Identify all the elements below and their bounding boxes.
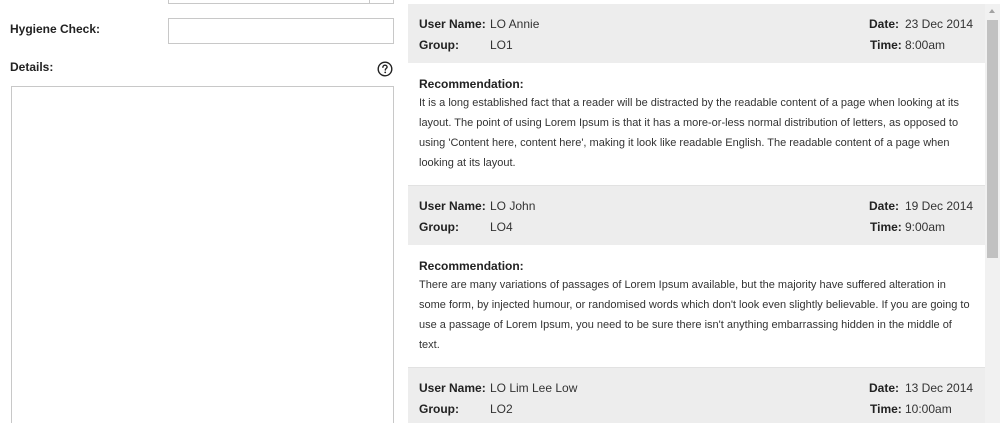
recommendation-text: There are many variations of passages of… bbox=[419, 279, 970, 351]
previous-select-field[interactable] bbox=[168, 0, 394, 4]
select-dropdown-button[interactable] bbox=[369, 0, 393, 4]
date-label: Date: bbox=[869, 17, 900, 31]
details-textarea[interactable] bbox=[11, 86, 394, 423]
date-value: 13 Dec 2014 bbox=[905, 381, 974, 395]
recommendation-title: Recommendation: bbox=[419, 77, 524, 91]
recommendation-list-panel: User Name: LO Annie Group: LO1 Date: 23 … bbox=[408, 0, 1000, 423]
date-value: 23 Dec 2014 bbox=[905, 17, 974, 31]
time-label: Time: bbox=[870, 220, 902, 234]
recommendation-text: It is a long established fact that a rea… bbox=[419, 97, 959, 169]
group-value: LO1 bbox=[490, 38, 513, 52]
scrollbar-thumb[interactable] bbox=[987, 20, 998, 258]
user-name-value: LO Lim Lee Low bbox=[490, 381, 578, 395]
list-item[interactable]: User Name: LO Lim Lee Low Group: LO2 Dat… bbox=[408, 368, 985, 423]
record-body: Recommendation: There are many variation… bbox=[408, 245, 985, 368]
recommendation-title: Recommendation: bbox=[419, 259, 524, 273]
hygiene-check-label: Hygiene Check: bbox=[10, 22, 101, 36]
group-value: LO4 bbox=[490, 220, 513, 234]
time-label: Time: bbox=[870, 38, 902, 52]
user-name-label: User Name: bbox=[419, 199, 486, 213]
hygiene-check-input[interactable] bbox=[168, 18, 394, 44]
group-label: Group: bbox=[419, 402, 459, 416]
time-value: 10:00am bbox=[905, 402, 952, 416]
form-panel: Hygiene Check: Details: bbox=[0, 0, 408, 423]
chevron-up-icon[interactable] bbox=[985, 4, 1000, 18]
vertical-scrollbar[interactable] bbox=[985, 4, 1000, 423]
list-item[interactable]: User Name: LO John Group: LO4 Date: 19 D… bbox=[408, 186, 985, 368]
record-header: User Name: LO Annie Group: LO1 Date: 23 … bbox=[408, 4, 985, 63]
date-label: Date: bbox=[869, 199, 900, 213]
time-value: 8:00am bbox=[905, 38, 946, 52]
group-label: Group: bbox=[419, 220, 459, 234]
group-value: LO2 bbox=[490, 402, 513, 416]
list-item[interactable]: User Name: LO Annie Group: LO1 Date: 23 … bbox=[408, 4, 985, 186]
recommendation-list: User Name: LO Annie Group: LO1 Date: 23 … bbox=[408, 4, 985, 423]
record-header: User Name: LO Lim Lee Low Group: LO2 Dat… bbox=[408, 368, 985, 423]
help-circle-icon[interactable] bbox=[377, 61, 393, 77]
user-name-value: LO John bbox=[490, 199, 536, 213]
group-label: Group: bbox=[419, 38, 459, 52]
user-name-value: LO Annie bbox=[490, 17, 540, 31]
record-body: Recommendation: It is a long established… bbox=[408, 63, 985, 186]
user-name-label: User Name: bbox=[419, 381, 486, 395]
details-label: Details: bbox=[10, 60, 54, 74]
record-header: User Name: LO John Group: LO4 Date: 19 D… bbox=[408, 186, 985, 245]
date-label: Date: bbox=[869, 381, 900, 395]
user-name-label: User Name: bbox=[419, 17, 486, 31]
time-value: 9:00am bbox=[905, 220, 946, 234]
date-value: 19 Dec 2014 bbox=[905, 199, 974, 213]
time-label: Time: bbox=[870, 402, 902, 416]
